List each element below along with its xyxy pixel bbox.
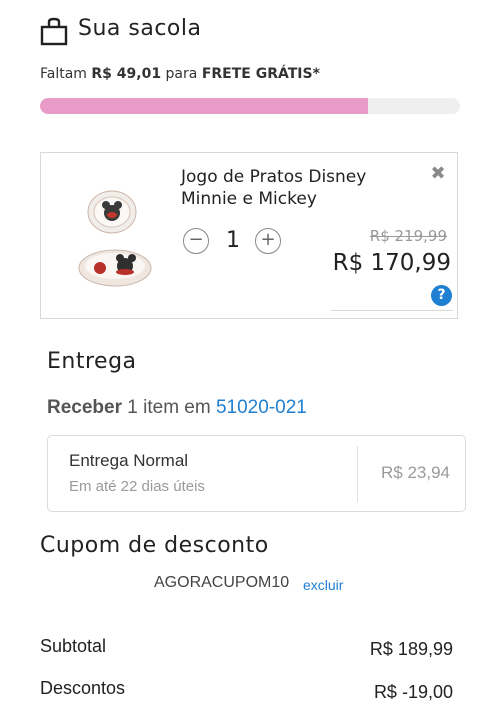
- coupon-section-title: Cupom de desconto: [40, 533, 269, 558]
- help-icon[interactable]: ?: [431, 285, 452, 306]
- quantity-decrease-button[interactable]: −: [183, 228, 209, 254]
- page-title: Sua sacola: [78, 16, 202, 41]
- discount-label: Descontos: [40, 678, 126, 698]
- shipping-option-eta: Em até 22 dias úteis: [69, 478, 205, 495]
- quantity-value: 1: [226, 228, 240, 253]
- delivery-destination: Receber 1 item em 51020-021: [47, 397, 307, 418]
- shipping-option-price: R$ 23,94: [381, 463, 450, 482]
- free-shipping-progress-fill: [40, 98, 368, 114]
- remove-item-icon[interactable]: ✖: [428, 163, 448, 184]
- shipping-option-divider: [357, 446, 358, 502]
- product-name[interactable]: Jogo de Pratos Disney Minnie e Mickey: [181, 166, 401, 210]
- free-shipping-message: Faltam R$ 49,01 para FRETE GRÁTIS*: [40, 66, 320, 82]
- free-shipping-progress-bar: [40, 98, 460, 114]
- subtotal-label: Subtotal: [40, 636, 107, 656]
- zip-code-link[interactable]: 51020-021: [216, 397, 307, 418]
- subtotal-value: R$ 189,99: [369, 639, 453, 659]
- shipping-option-name: Entrega Normal: [69, 451, 189, 470]
- original-price: R$ 219,99: [369, 227, 447, 245]
- delivery-section-title: Entrega: [47, 349, 137, 374]
- product-image[interactable]: [70, 180, 170, 300]
- shopping-bag-icon: [40, 16, 68, 46]
- current-price: R$ 170,99: [332, 250, 451, 276]
- price-divider: [331, 310, 453, 311]
- quantity-increase-button[interactable]: +: [255, 228, 281, 254]
- coupon-code: AGORACUPOM10: [154, 574, 290, 591]
- remove-coupon-link[interactable]: excluir: [303, 577, 343, 593]
- discount-value: R$ -19,00: [373, 682, 453, 702]
